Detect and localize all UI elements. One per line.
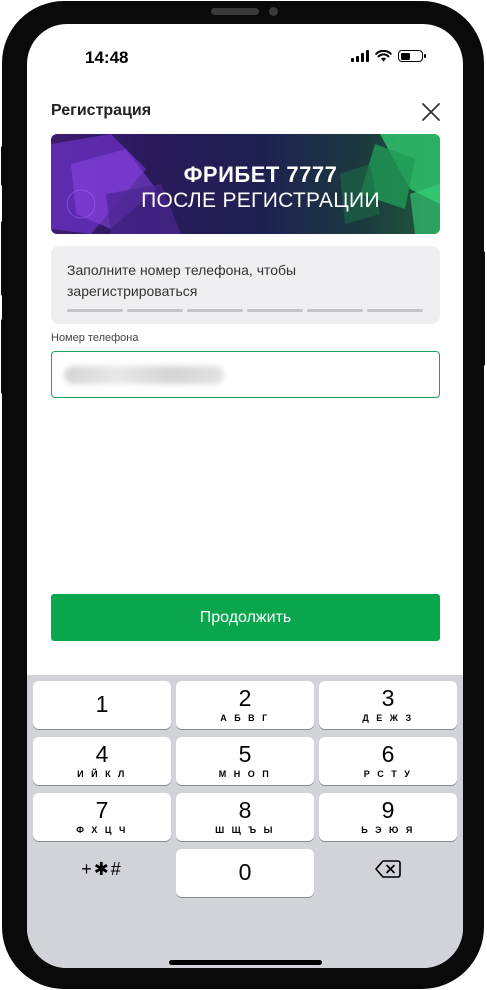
key-letters: Ш Щ Ъ Ы [215,825,275,835]
key-0[interactable]: 0 [176,849,314,897]
power-button [480,251,485,366]
home-indicator [169,960,322,965]
progress-step [67,309,123,312]
key-digit: 6 [381,741,395,767]
phone-field-label: Номер телефона [51,332,139,344]
key-3[interactable]: 3 Д Е Ж З [319,681,457,729]
numeric-keypad: 1 2 А Б В Г 3 Д Е Ж З 4 И Й К Л 5 М Н О … [27,675,463,968]
key-digit: 4 [95,741,109,767]
front-camera [269,7,278,16]
volume-down-button [1,319,6,394]
key-digit: 7 [95,797,109,823]
registration-progress [67,309,423,312]
symbols-key[interactable]: +✱# [33,845,171,893]
key-letters: Ф Х Ц Ч [76,825,128,835]
key-digit: 5 [238,741,252,767]
status-icons [351,50,426,62]
key-letters: А Б В Г [220,713,270,723]
key-letters: Д Е Ж З [362,713,414,723]
close-icon [422,103,440,121]
mute-switch [1,146,6,186]
key-digit: 3 [381,685,395,711]
key-letters: М Н О П [218,769,272,779]
backspace-icon [375,860,401,878]
phone-frame: 14:48 Регистрация ФРИБЕТ 7777 ПОСЛЕ РЕГИ… [1,1,485,989]
cellular-signal-icon [351,50,369,62]
promo-banner[interactable]: ФРИБЕТ 7777 ПОСЛЕ РЕГИСТРАЦИИ [51,134,440,234]
key-digit: 8 [238,797,252,823]
key-digit: 0 [238,859,252,885]
key-1[interactable]: 1 [33,681,171,729]
key-8[interactable]: 8 Ш Щ Ъ Ы [176,793,314,841]
key-letters: Ь Э Ю Я [361,825,415,835]
key-digit: 2 [238,685,252,711]
key-2[interactable]: 2 А Б В Г [176,681,314,729]
symbols-key-label: +✱# [81,858,123,879]
info-text: Заполните номер телефона, чтобы зарегист… [67,262,297,299]
registration-info-box: Заполните номер телефона, чтобы зарегист… [51,246,440,324]
key-4[interactable]: 4 И Й К Л [33,737,171,785]
key-7[interactable]: 7 Ф Х Ц Ч [33,793,171,841]
speaker-grille [211,8,259,15]
key-9[interactable]: 9 Ь Э Ю Я [319,793,457,841]
page-title: Регистрация [51,102,152,119]
screen: 14:48 Регистрация ФРИБЕТ 7777 ПОСЛЕ РЕГИ… [27,24,463,968]
battery-icon [398,50,426,62]
close-button[interactable] [419,100,443,124]
progress-step [187,309,243,312]
phone-number-input[interactable] [51,351,440,398]
progress-step [367,309,423,312]
key-6[interactable]: 6 Р С Т У [319,737,457,785]
progress-step [127,309,183,312]
key-letters: Р С Т У [363,769,413,779]
key-letters: И Й К Л [77,769,127,779]
status-time: 14:48 [85,48,129,67]
delete-key[interactable] [319,845,457,893]
banner-subheadline: ПОСЛЕ РЕГИСТРАЦИИ [141,189,380,212]
key-digit: 9 [381,797,395,823]
progress-step [307,309,363,312]
key-digit: 1 [95,691,109,717]
volume-up-button [1,221,6,296]
phone-number-value-blurred [64,366,224,384]
key-5[interactable]: 5 М Н О П [176,737,314,785]
continue-button[interactable]: Продолжить [51,594,440,641]
wifi-icon [375,50,392,62]
banner-headline: ФРИБЕТ 7777 [183,162,338,187]
progress-step [247,309,303,312]
